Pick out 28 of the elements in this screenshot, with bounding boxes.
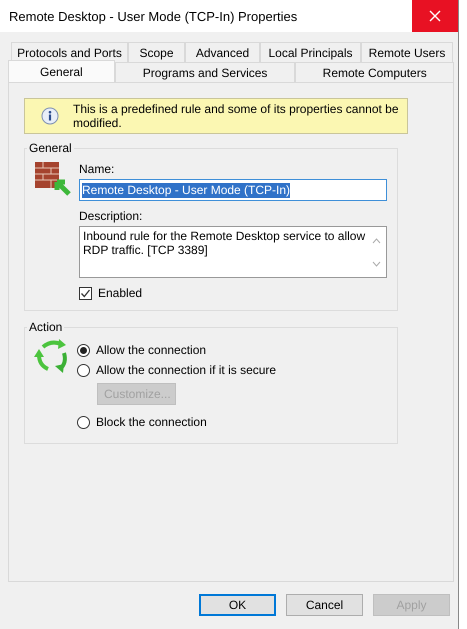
info-message: This is a predefined rule and some of its properties cannot be modified. bbox=[73, 102, 400, 130]
dialog-button[interactable]: OK bbox=[199, 594, 276, 616]
close-icon bbox=[429, 10, 441, 22]
tab[interactable]: General bbox=[8, 60, 115, 82]
radio-label: Block the connection bbox=[96, 415, 207, 429]
tab[interactable]: Advanced bbox=[185, 42, 260, 62]
description-label: Description: bbox=[79, 209, 144, 223]
info-icon bbox=[41, 107, 59, 125]
checkbox-label: Enabled bbox=[98, 286, 142, 300]
tab[interactable]: Remote Users bbox=[361, 42, 453, 62]
name-field[interactable]: Remote Desktop - User Mode (TCP-In) bbox=[79, 179, 387, 201]
enabled-checkbox[interactable] bbox=[79, 286, 92, 300]
tab[interactable]: Protocols and Ports bbox=[11, 42, 128, 62]
window-title: Remote Desktop - User Mode (TCP-In) Properties bbox=[8, 8, 298, 24]
tab[interactable]: Local Principals bbox=[260, 42, 361, 62]
radio-button[interactable] bbox=[77, 344, 90, 356]
group-label: Action bbox=[28, 321, 64, 333]
radio-button[interactable] bbox=[77, 364, 90, 376]
group-label: General bbox=[28, 142, 73, 154]
tab[interactable]: Programs and Services bbox=[114, 62, 296, 82]
dialog-button[interactable]: Cancel bbox=[286, 594, 363, 616]
name-label: Name: bbox=[79, 162, 116, 176]
tab[interactable]: Scope bbox=[128, 42, 185, 62]
tab[interactable]: Remote Computers bbox=[295, 62, 454, 82]
description-text: Inbound rule for the Remote Desktop service to allow RDP traffic. [TCP 3389] bbox=[83, 229, 366, 259]
radio-label: Allow the connection bbox=[96, 343, 206, 357]
radio-button[interactable] bbox=[77, 416, 90, 428]
radio-label: Allow the connection if it is secure bbox=[96, 363, 276, 377]
